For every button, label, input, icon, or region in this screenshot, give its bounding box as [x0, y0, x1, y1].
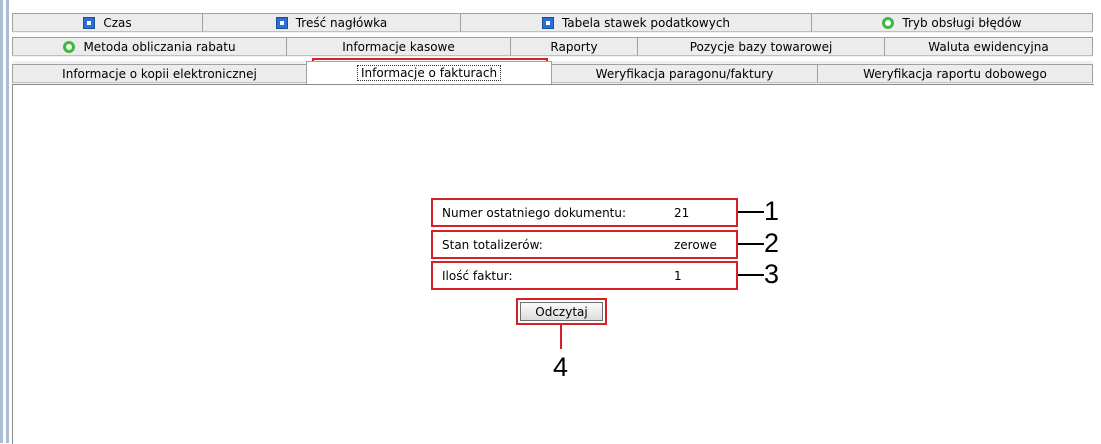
tab-label: Informacje o kopii elektronicznej — [62, 66, 257, 81]
tab-waluta-ewidencyjna[interactable]: Waluta ewidencyjna — [884, 37, 1093, 56]
tab-label: Informacje o fakturach — [356, 65, 502, 81]
last-document-number-value: 21 — [674, 205, 690, 220]
callout-4: 4 — [553, 352, 569, 382]
tab-label: Tryb obsługi błędów — [902, 15, 1022, 30]
tab-label: Waluta ewidencyjna — [928, 39, 1049, 54]
totalizer-state-label: Stan totalizerów: — [442, 237, 543, 252]
tab-label: Weryfikacja paragonu/faktury — [595, 66, 774, 81]
last-document-number-label: Numer ostatniego dokumentu: — [442, 205, 627, 220]
tab-informacje-kasowe[interactable]: Informacje kasowe — [286, 37, 511, 56]
blue-square-icon — [83, 16, 96, 29]
totalizer-state-value: zerowe — [674, 237, 717, 252]
callout-line-2 — [738, 243, 764, 245]
read-button-highlight: Odczytaj — [516, 298, 607, 325]
tab-tryb-obslugi-bledow[interactable]: Tryb obsługi błędów — [811, 13, 1093, 32]
tab-informacje-o-fakturach[interactable]: Informacje o fakturach — [306, 61, 552, 84]
blue-square-icon — [541, 16, 554, 29]
callout-1: 1 — [764, 196, 780, 226]
tab-raporty[interactable]: Raporty — [510, 37, 638, 56]
tab-label: Raporty — [550, 39, 598, 54]
last-document-number-field: Numer ostatniego dokumentu: 21 — [431, 198, 738, 227]
tab-label: Weryfikacja raportu dobowego — [863, 66, 1047, 81]
blue-square-icon — [275, 16, 288, 29]
left-border-inner — [6, 0, 9, 443]
tab-label: Treść nagłówka — [295, 15, 388, 30]
tab-czas[interactable]: Czas — [12, 13, 203, 32]
tab-informacje-o-kopii-elektronicznej[interactable]: Informacje o kopii elektronicznej — [12, 64, 307, 83]
tab-label: Czas — [103, 15, 132, 30]
tab-weryfikacja-paragonu-faktury[interactable]: Weryfikacja paragonu/faktury — [551, 64, 818, 83]
tab-metoda-obliczania-rabatu[interactable]: Metoda obliczania rabatu — [12, 37, 287, 56]
callout-line-1 — [738, 211, 764, 213]
callout-2: 2 — [764, 228, 780, 258]
tab-pozycje-bazy-towarowej[interactable]: Pozycje bazy towarowej — [637, 37, 885, 56]
callout-line-4 — [560, 325, 562, 349]
tab-row-2: Metoda obliczania rabatu Informacje kaso… — [12, 37, 1093, 57]
tab-row-1: Czas Treść nagłówka Tabela stawek podatk… — [12, 13, 1093, 33]
tab-label: Pozycje bazy towarowej — [689, 39, 833, 54]
invoice-count-value: 1 — [674, 268, 682, 283]
read-button[interactable]: Odczytaj — [520, 302, 603, 321]
tab-weryfikacja-raportu-dobowego[interactable]: Weryfikacja raportu dobowego — [817, 64, 1093, 83]
invoice-count-label: Ilość faktur: — [442, 268, 513, 283]
green-circle-icon — [882, 16, 895, 29]
left-border — [0, 0, 3, 443]
tab-label: Metoda obliczania rabatu — [83, 39, 236, 54]
invoice-count-field: Ilość faktur: 1 — [431, 261, 738, 290]
callout-line-3 — [738, 274, 764, 276]
tab-tresc-naglowka[interactable]: Treść nagłówka — [202, 13, 461, 32]
tab-tabela-stawek[interactable]: Tabela stawek podatkowych — [460, 13, 812, 32]
totalizer-state-field: Stan totalizerów: zerowe — [431, 230, 738, 259]
tab-label: Tabela stawek podatkowych — [561, 15, 731, 30]
callout-3: 3 — [764, 259, 780, 289]
tab-row-3: Informacje o kopii elektronicznej Inform… — [12, 61, 1093, 84]
green-circle-icon — [63, 40, 76, 53]
tab-label: Informacje kasowe — [342, 39, 455, 54]
